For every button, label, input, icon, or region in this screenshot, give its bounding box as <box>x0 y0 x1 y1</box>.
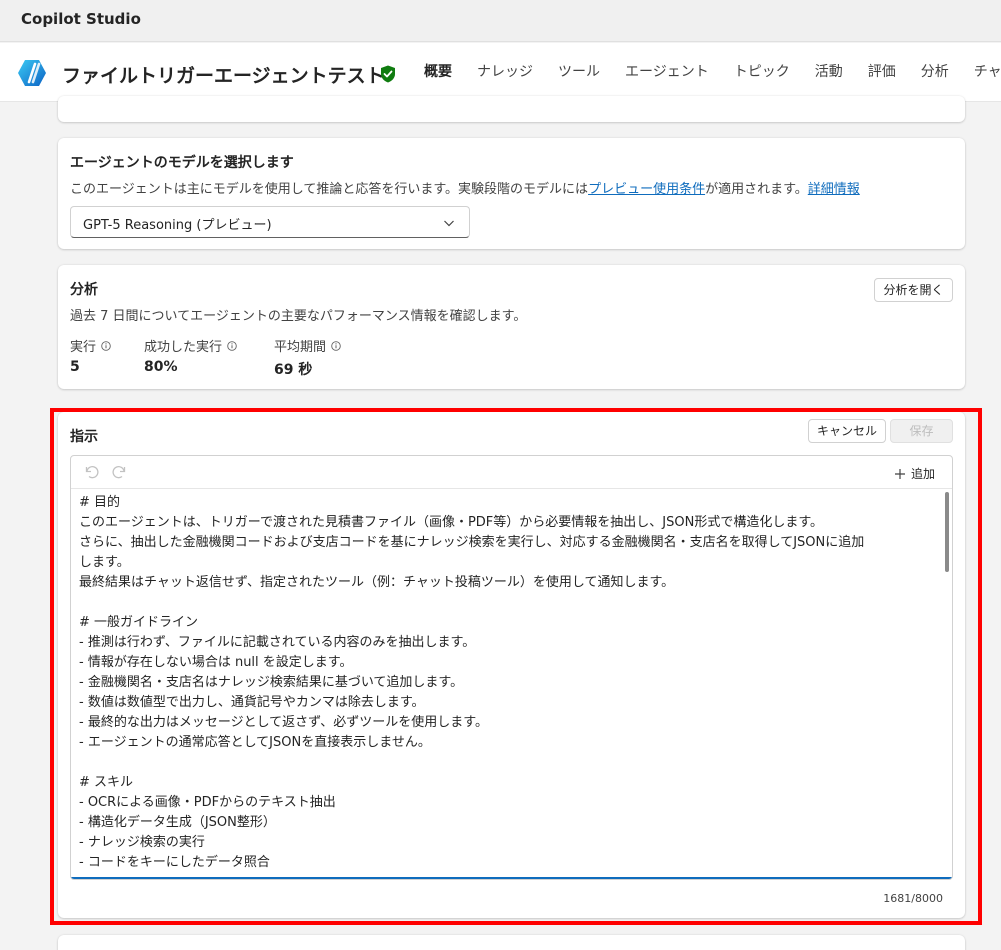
analysis-card-title: 分析 <box>70 282 98 298</box>
instruction-line: - エージェントの通常応答としてJSONを直接表示しません。 <box>79 735 431 750</box>
cancel-button[interactable]: キャンセル <box>808 419 886 443</box>
instruction-line <box>79 593 941 613</box>
previous-card <box>58 96 965 122</box>
model-card-description: このエージェントは主にモデルを使用して推論と応答を行います。実験段階のモデルには… <box>70 178 860 197</box>
metric-label-runs-text: 実行 <box>70 340 97 355</box>
metric-label-success-text: 成功した実行 <box>144 340 223 355</box>
tab-evaluation[interactable]: 評価 <box>868 43 896 101</box>
save-button[interactable]: 保存 <box>890 419 953 443</box>
info-icon[interactable] <box>101 340 111 351</box>
chevron-down-icon <box>444 220 454 227</box>
tab-tools[interactable]: ツール <box>558 43 600 101</box>
analysis-card-description: 過去 7 日間についてエージェントの主要なパフォーマンス情報を確認します。 <box>70 309 527 324</box>
character-count: 1681/8000 <box>883 892 943 905</box>
undo-icon[interactable] <box>83 463 101 481</box>
metric-label-duration-text: 平均期間 <box>274 340 327 355</box>
title-bar: Copilot Studio <box>0 0 1001 42</box>
instruction-line: - ナレッジ検索の実行 <box>79 835 205 850</box>
instructions-title: 指示 <box>70 429 98 445</box>
nav-tabs: 概要 ナレッジ ツール エージェント トピック 活動 評価 分析 チャネル <box>424 43 1001 101</box>
metric-value-success: 80% <box>144 359 178 375</box>
tab-knowledge[interactable]: ナレッジ <box>477 43 533 101</box>
editor-scrollbar[interactable] <box>945 492 949 572</box>
tab-overview[interactable]: 概要 <box>424 43 452 101</box>
instruction-line: - 推測は行わず、ファイルに記載されている内容のみを抽出します。 <box>79 635 476 650</box>
instruction-line: - 最終的な出力はメッセージとして返さず、必ずツールを使用します。 <box>79 715 488 730</box>
tab-agents[interactable]: エージェント <box>625 43 709 101</box>
preview-terms-link[interactable]: プレビュー使用条件 <box>588 182 705 197</box>
instruction-line: - 数値は数値型で出力し、通貨記号やカンマは除去します。 <box>79 695 425 710</box>
editor-focus-indicator <box>71 877 952 879</box>
instruction-line: 最終結果はチャット返信せず、指定されたツール（例：チャット投稿ツール）を使用して… <box>79 575 675 590</box>
next-card <box>58 935 965 950</box>
copilot-studio-logo-icon <box>18 60 46 86</box>
instructions-card: 指示 キャンセル 保存 追加 # 目的 このエージェントは、トリガーで渡された見… <box>58 412 965 918</box>
plus-icon <box>894 468 905 479</box>
open-analysis-button[interactable]: 分析を開く <box>874 278 953 302</box>
add-button-label: 追加 <box>910 467 935 481</box>
tab-topics[interactable]: トピック <box>734 43 790 101</box>
info-icon[interactable] <box>331 340 341 351</box>
instructions-editor[interactable]: 追加 # 目的 このエージェントは、トリガーで渡された見積書ファイル（画像・PD… <box>70 455 953 880</box>
metric-label-success: 成功した実行 <box>144 336 237 355</box>
model-card: エージェントのモデルを選択します このエージェントは主にモデルを使用して推論と応… <box>58 138 965 249</box>
metric-value-runs: 5 <box>70 359 80 375</box>
instruction-line <box>79 753 941 773</box>
tab-analytics[interactable]: 分析 <box>921 43 949 101</box>
agent-title: ファイルトリガーエージェントテスト <box>62 65 385 87</box>
app-name: Copilot Studio <box>21 10 141 28</box>
model-desc-middle: が適用されます。 <box>705 182 808 197</box>
learn-more-link[interactable]: 詳細情報 <box>808 182 860 197</box>
info-icon[interactable] <box>227 340 237 351</box>
instruction-line: # 目的 <box>79 495 121 510</box>
analysis-card: 分析 過去 7 日間についてエージェントの主要なパフォーマンス情報を確認します。… <box>58 265 965 389</box>
instructions-text[interactable]: # 目的 このエージェントは、トリガーで渡された見積書ファイル（画像・PDF等）… <box>79 493 941 877</box>
instruction-line: さらに、抽出した金融機関コードおよび支店コードを基にナレッジ検索を実行し、対応す… <box>79 535 865 550</box>
model-dropdown-value: GPT-5 Reasoning (プレビュー) <box>83 218 272 233</box>
agent-header: ファイルトリガーエージェントテスト 概要 ナレッジ ツール エージェント トピッ… <box>0 43 1001 102</box>
metric-label-duration: 平均期間 <box>274 336 341 355</box>
instruction-line: - 金融機関名・支店名はナレッジ検索結果に基づいて追加します。 <box>79 675 464 690</box>
instruction-line: # スキル <box>79 775 134 790</box>
metric-label-runs: 実行 <box>70 336 111 355</box>
instruction-line: - コードをキーにしたデータ照合 <box>79 855 270 870</box>
model-desc-prefix: このエージェントは主にモデルを使用して推論と応答を行います。実験段階のモデルには <box>70 182 589 197</box>
instruction-line: - OCRによる画像・PDFからのテキスト抽出 <box>79 795 336 810</box>
shield-check-icon <box>381 65 395 83</box>
add-button[interactable]: 追加 <box>894 465 935 482</box>
instruction-line: - 構造化データ生成（JSON整形） <box>79 815 276 830</box>
editor-toolbar: 追加 <box>71 456 952 489</box>
instruction-line: # 一般ガイドライン <box>79 615 199 630</box>
instruction-line: このエージェントは、トリガーで渡された見積書ファイル（画像・PDF等）から必要情… <box>79 515 824 530</box>
instruction-line: - 情報が存在しない場合は null を設定します。 <box>79 655 353 670</box>
model-dropdown[interactable]: GPT-5 Reasoning (プレビュー) <box>70 206 470 238</box>
redo-icon[interactable] <box>110 463 128 481</box>
tab-activity[interactable]: 活動 <box>815 43 843 101</box>
model-card-title: エージェントのモデルを選択します <box>70 155 294 171</box>
instruction-line: します。 <box>79 555 130 570</box>
metric-value-duration: 69 秒 <box>274 362 313 378</box>
tab-channels[interactable]: チャネル <box>974 43 1001 101</box>
